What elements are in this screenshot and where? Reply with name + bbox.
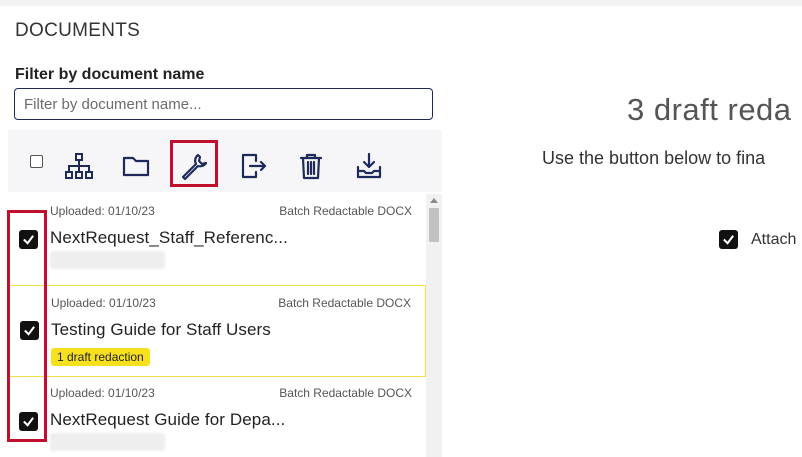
list-scrollbar[interactable] bbox=[426, 194, 442, 457]
redaction-title: 3 draft reda bbox=[627, 92, 792, 127]
document-kind: Batch Redactable DOCX bbox=[278, 296, 411, 310]
redacted-text bbox=[50, 251, 165, 269]
scroll-up-icon[interactable] bbox=[430, 198, 438, 203]
draft-redaction-badge: 1 draft redaction bbox=[51, 348, 150, 366]
document-row[interactable]: Uploaded: 01/10/23 Batch Redactable DOCX… bbox=[8, 378, 426, 457]
document-name[interactable]: NextRequest_Staff_Referenc... bbox=[50, 228, 288, 248]
checkbox-highlight bbox=[7, 210, 47, 442]
filter-input[interactable] bbox=[14, 88, 433, 120]
download-icon[interactable] bbox=[352, 149, 386, 183]
document-toolbar bbox=[8, 130, 442, 192]
document-row[interactable]: Uploaded: 01/10/23 Batch Redactable DOCX… bbox=[8, 194, 426, 284]
upload-date: Uploaded: 01/10/23 bbox=[51, 296, 156, 310]
hierarchy-icon[interactable] bbox=[62, 149, 96, 183]
scroll-thumb[interactable] bbox=[429, 208, 439, 242]
document-list: Uploaded: 01/10/23 Batch Redactable DOCX… bbox=[8, 194, 426, 457]
document-name[interactable]: Testing Guide for Staff Users bbox=[51, 320, 271, 340]
trash-icon[interactable] bbox=[294, 149, 328, 183]
attach-checkbox[interactable] bbox=[719, 230, 738, 249]
redacted-text bbox=[50, 433, 165, 451]
document-kind: Batch Redactable DOCX bbox=[279, 386, 412, 400]
upload-date: Uploaded: 01/10/23 bbox=[50, 204, 155, 218]
attach-option[interactable]: Attach bbox=[719, 230, 796, 249]
section-title: DOCUMENTS bbox=[15, 20, 141, 41]
upload-date: Uploaded: 01/10/23 bbox=[50, 386, 155, 400]
attach-label: Attach bbox=[751, 230, 797, 248]
document-name[interactable]: NextRequest Guide for Depa... bbox=[50, 410, 285, 430]
document-row[interactable]: Uploaded: 01/10/23 Batch Redactable DOCX… bbox=[8, 285, 426, 377]
select-all-checkbox[interactable] bbox=[30, 155, 43, 168]
filter-label: Filter by document name bbox=[15, 66, 205, 83]
wrench-highlight bbox=[170, 140, 218, 187]
document-kind: Batch Redactable DOCX bbox=[279, 204, 412, 218]
folder-icon[interactable] bbox=[119, 149, 153, 183]
check-icon bbox=[723, 235, 734, 245]
redaction-instructions: Use the button below to fina bbox=[542, 148, 766, 168]
export-icon[interactable] bbox=[236, 149, 270, 183]
